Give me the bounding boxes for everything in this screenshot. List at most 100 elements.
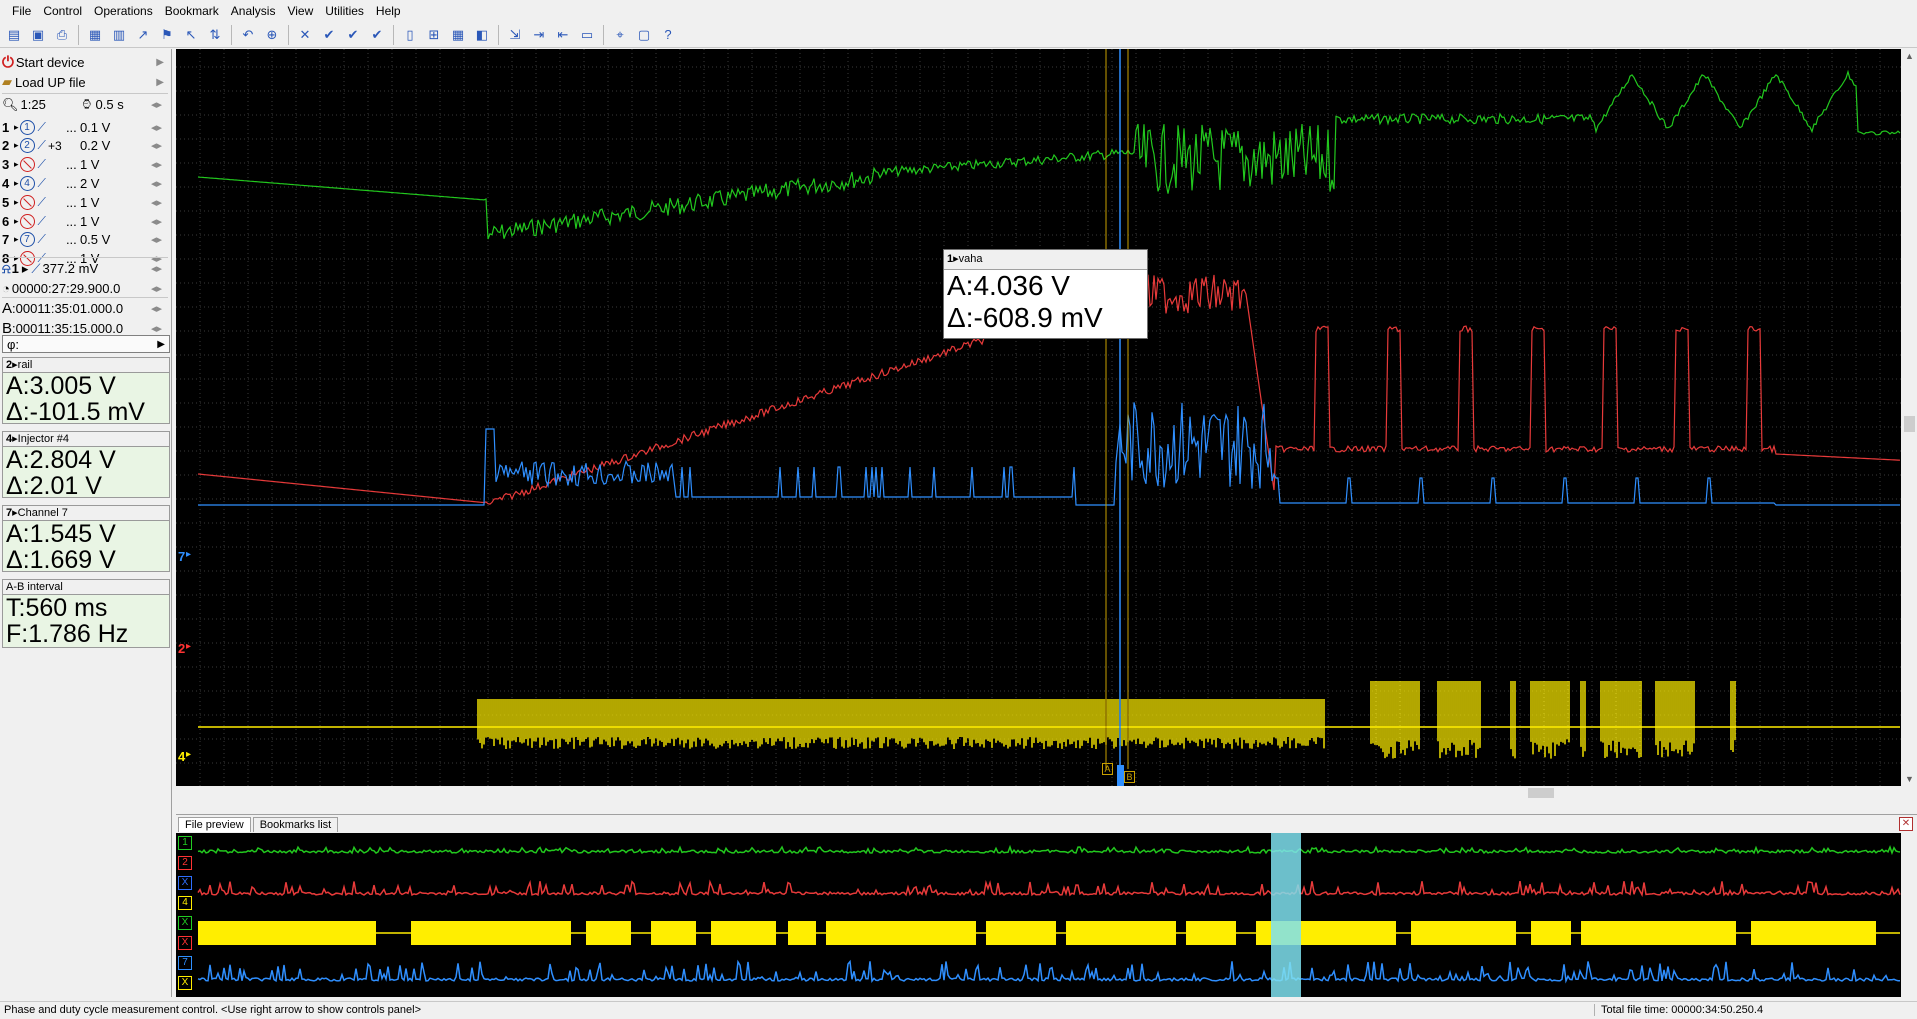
channel-marker-2[interactable]: 2 <box>178 641 185 656</box>
load-file-button[interactable]: ▰ Load UP file ▶ <box>2 71 168 93</box>
close-icon[interactable]: ✕ <box>294 24 316 46</box>
preview-channel-label[interactable]: 7 <box>178 956 192 970</box>
horizontal-scrollbar[interactable] <box>176 786 1901 800</box>
preview-channel-label[interactable]: X <box>178 916 192 930</box>
preview-channel-label[interactable]: 1 <box>178 836 192 850</box>
pointer-icon[interactable]: ↖ <box>180 24 202 46</box>
channel-marker-7[interactable]: 7 <box>178 549 185 564</box>
menu-help[interactable]: Help <box>370 0 407 22</box>
spin-icon[interactable]: ◂▸ <box>151 302 162 315</box>
spin-icon[interactable]: ◂▸ <box>151 177 162 190</box>
menu-file[interactable]: File <box>6 0 37 22</box>
check-icon[interactable]: ✔ <box>318 24 340 46</box>
measurement-tooltip[interactable]: 1▸vaha A:4.036 V Δ:-608.9 mV <box>943 249 1148 339</box>
channel-enabled-icon[interactable]: 7 <box>19 232 35 248</box>
channel-scale[interactable]: 0.5 V <box>80 232 110 247</box>
cursor-icon[interactable]: ⌖ <box>609 24 631 46</box>
tab-file-preview[interactable]: File preview <box>178 817 251 832</box>
spin-icon[interactable]: ◂▸ <box>151 322 162 335</box>
channel-enabled-icon[interactable]: 4 <box>19 175 35 191</box>
channel-disabled-icon[interactable] <box>19 213 35 229</box>
coupling-icon[interactable]: ⟋ <box>38 120 46 135</box>
sweep-icon[interactable]: ↗ <box>132 24 154 46</box>
spin-icon[interactable]: ◂▸ <box>151 215 162 228</box>
print-icon[interactable]: ⎙ <box>51 24 73 46</box>
spin-icon[interactable]: ◂▸ <box>151 282 162 295</box>
help-icon[interactable]: ? <box>657 24 679 46</box>
measurement-box-2[interactable]: 2▸rail A:3.005 V Δ:-101.5 mV <box>2 357 170 425</box>
tab-bookmarks-list[interactable]: Bookmarks list <box>252 817 339 832</box>
spin-icon[interactable]: ◂▸ <box>151 233 162 246</box>
channel-scale[interactable]: 1 V <box>80 157 100 172</box>
ruler-icon[interactable]: ▭ <box>576 24 598 46</box>
menu-utilities[interactable]: Utilities <box>319 0 370 22</box>
coupling-icon[interactable]: ⟋ <box>38 232 46 247</box>
waveform-canvas[interactable] <box>176 49 1901 786</box>
grid-icon[interactable]: ▦ <box>447 24 469 46</box>
check-all-icon[interactable]: ✔ <box>342 24 364 46</box>
file-preview-panel[interactable] <box>176 833 1901 997</box>
channel-enabled-icon[interactable]: 1 <box>19 119 35 135</box>
coupling-icon[interactable]: ⟋ <box>38 176 46 191</box>
channel-scale[interactable]: 2 V <box>80 176 100 191</box>
step-icon[interactable]: ⇥ <box>528 24 550 46</box>
channels-icon[interactable]: ▥ <box>108 24 130 46</box>
cursors[interactable] <box>1105 49 1129 769</box>
channel-disabled-icon[interactable] <box>19 157 35 173</box>
cursor-handle[interactable] <box>1117 765 1124 786</box>
channel-disabled-icon[interactable] <box>19 194 35 210</box>
spin-icon[interactable]: ◂▸ <box>151 158 162 171</box>
preview-channel-label[interactable]: X <box>178 936 192 950</box>
menu-bookmark[interactable]: Bookmark <box>159 0 225 22</box>
device-icon[interactable]: ▦ <box>84 24 106 46</box>
page-icon[interactable]: ▯ <box>399 24 421 46</box>
preview-channel-label[interactable]: 2 <box>178 856 192 870</box>
scroll-thumb[interactable] <box>1904 416 1915 432</box>
zoom-control[interactable]: 🔍︎ 1:25 ⌚︎ 0.5 s ◂▸ <box>2 93 168 115</box>
channel-enabled-icon[interactable]: 2 <box>19 138 35 154</box>
scroll-up-icon[interactable]: ▲ <box>1905 51 1914 61</box>
channel-scale[interactable]: 1 V <box>80 195 100 210</box>
trigger-time-control[interactable]: ◔ 00000:27:29.900.0 ◂▸ <box>2 277 168 299</box>
zoom-icon[interactable]: ⊕ <box>261 24 283 46</box>
spin-icon[interactable]: ◂▸ <box>151 262 162 275</box>
channel-marker-4[interactable]: 4 <box>178 749 185 764</box>
scroll-thumb[interactable] <box>1528 788 1554 798</box>
cursor-a-control[interactable]: A : 00011:35:01.000.0 ◂▸ <box>2 297 168 319</box>
channel-scale[interactable]: 1 V <box>80 214 100 229</box>
coupling-icon[interactable]: ⟋ <box>38 138 46 153</box>
color-icon[interactable]: ◧ <box>471 24 493 46</box>
spin-icon[interactable]: ◂▸ <box>151 196 162 209</box>
close-icon[interactable]: ✕ <box>1899 817 1913 831</box>
menu-operations[interactable]: Operations <box>88 0 159 22</box>
fit-icon[interactable]: ⊞ <box>423 24 445 46</box>
vertical-scrollbar[interactable]: ▲ ▼ <box>1902 49 1917 786</box>
preview-canvas[interactable] <box>176 833 1901 997</box>
preview-channel-label[interactable]: X <box>178 876 192 890</box>
preview-channel-label[interactable]: 4 <box>178 896 192 910</box>
menu-control[interactable]: Control <box>37 0 88 22</box>
spin-icon[interactable]: ◂▸ <box>151 98 162 111</box>
export-icon[interactable]: ⇲ <box>504 24 526 46</box>
coupling-icon[interactable]: ⟋ <box>38 157 46 172</box>
save-icon[interactable]: ▣ <box>27 24 49 46</box>
cursor-b-tag[interactable]: B <box>1124 771 1135 783</box>
coupling-icon[interactable]: ⟋ <box>38 214 46 229</box>
trigger-control[interactable]: ⍾ 1 ▸ ⟋ 377.2 mV ◂▸ <box>2 257 168 279</box>
spin-icon[interactable]: ◂▸ <box>151 139 162 152</box>
channel-scale[interactable]: 0.1 V <box>80 120 110 135</box>
coupling-icon[interactable]: ⟋ <box>38 195 46 210</box>
open-icon[interactable]: ▤ <box>3 24 25 46</box>
spin-icon[interactable]: ◂▸ <box>151 121 162 134</box>
step-back-icon[interactable]: ⇤ <box>552 24 574 46</box>
undo-icon[interactable]: ↶ <box>237 24 259 46</box>
menu-analysis[interactable]: Analysis <box>225 0 282 22</box>
measurement-box-4[interactable]: 4▸Injector #4 A:2.804 V Δ:2.01 V <box>2 431 170 499</box>
screen-icon[interactable]: ▢ <box>633 24 655 46</box>
start-device-button[interactable]: ⏻ Start device ▶ <box>2 51 168 73</box>
ab-interval-box[interactable]: A-B interval T:560 ms F:1.786 Hz <box>2 579 170 648</box>
channel-scale[interactable]: 0.2 V <box>80 138 110 153</box>
phase-control[interactable]: φ: ▶ <box>2 335 170 353</box>
check-double-icon[interactable]: ✔ <box>366 24 388 46</box>
scroll-down-icon[interactable]: ▼ <box>1905 774 1914 784</box>
